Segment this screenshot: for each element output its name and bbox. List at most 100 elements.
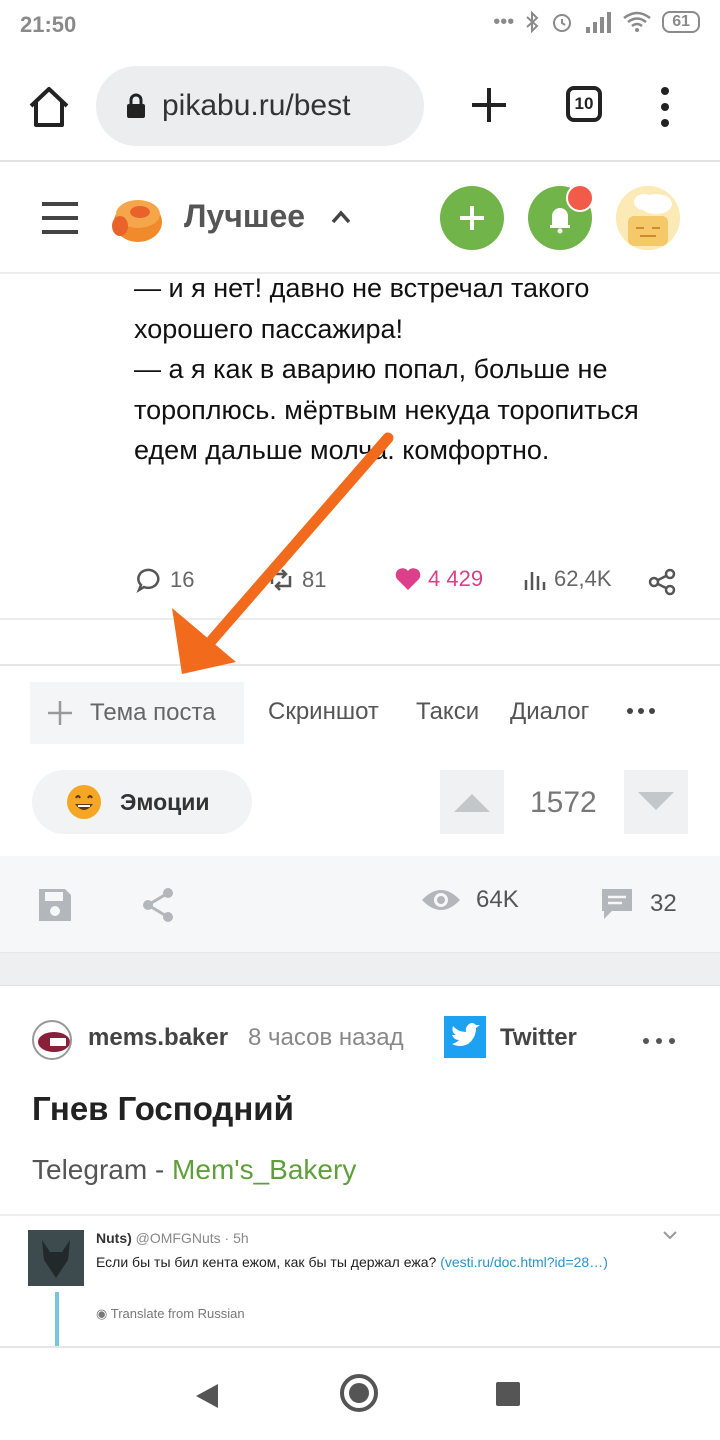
bluetooth-icon <box>526 10 539 34</box>
tweet-name: Nuts) <box>96 1230 132 1246</box>
section-title[interactable]: Лучшее <box>184 198 305 235</box>
post-author-row: mems.baker 8 часов назад Twitter <box>32 1014 692 1060</box>
bar-chart-icon <box>524 572 546 590</box>
comments-stat[interactable]: 16 <box>136 566 194 594</box>
alarm-icon <box>553 14 572 32</box>
tag-item[interactable]: Диалог <box>510 698 589 726</box>
post-separator <box>0 952 720 986</box>
share-icon[interactable] <box>648 568 676 596</box>
twitter-community-icon[interactable] <box>444 1016 486 1058</box>
home-icon[interactable] <box>24 82 74 132</box>
divider <box>0 618 720 620</box>
views-count: 62,4K <box>554 566 612 591</box>
post-body: — и я нет! давно не встречал такого хоро… <box>134 268 694 471</box>
status-icons: ••• 61 <box>493 10 700 34</box>
tag-item[interactable]: Скриншот <box>268 698 379 726</box>
views-count: 64K <box>476 886 519 913</box>
post-tags: Тема поста Скриншот Такси Диалог <box>30 682 700 744</box>
hamburger-menu-icon[interactable] <box>40 200 80 236</box>
likes-count: 4 429 <box>428 566 484 591</box>
tweet-text-body: Если бы ты бил кента ежом, как бы ты дер… <box>96 1254 441 1270</box>
plus-icon <box>48 701 72 725</box>
post-line: — и я нет! давно не встречал такого хоро… <box>134 273 597 344</box>
author-avatar[interactable] <box>32 1020 72 1060</box>
community-name[interactable]: Twitter <box>500 1024 577 1052</box>
avatar-image <box>616 186 680 250</box>
repost-icon <box>270 569 292 591</box>
post-title[interactable]: Гнев Господний <box>32 1090 294 1128</box>
battery-icon: 61 <box>662 11 700 33</box>
translate-label: Translate from Russian <box>110 1306 245 1321</box>
post-stats: 16 81 4 429 62,4K <box>136 566 686 604</box>
reposts-stat[interactable]: 81 <box>266 566 326 594</box>
signal-icon <box>586 12 612 33</box>
more-tags-icon[interactable] <box>626 706 656 716</box>
post-action-bar: 64K 32 <box>0 856 720 952</box>
post-line: едем дальше молча. комфортно. <box>134 435 550 465</box>
views-counter: 64K <box>420 886 519 914</box>
add-tag-button[interactable]: Тема поста <box>30 682 244 744</box>
home-nav-icon[interactable] <box>340 1374 378 1412</box>
author-name[interactable]: mems.baker <box>88 1024 228 1052</box>
twitter-bird-icon <box>452 1023 480 1046</box>
post-source: Telegram - Mem's_Bakery <box>32 1154 356 1186</box>
tag-item[interactable]: Такси <box>416 698 479 726</box>
tweet-thread-line <box>55 1292 59 1346</box>
tweet-text: Если бы ты бил кента ежом, как бы ты дер… <box>96 1252 636 1273</box>
downvote-button[interactable] <box>624 770 688 834</box>
comments-count: 32 <box>650 890 677 917</box>
chevron-up-icon[interactable] <box>330 208 352 226</box>
smile-emoji-icon <box>67 785 101 819</box>
reposts-count: 81 <box>302 567 327 592</box>
tab-switcher-button[interactable]: 10 <box>566 86 602 122</box>
android-nav-bar <box>0 1346 720 1440</box>
wifi-icon <box>623 11 651 32</box>
upvote-button[interactable] <box>440 770 504 834</box>
avatar-image <box>38 1032 70 1052</box>
more-icon: ••• <box>493 10 515 33</box>
browser-toolbar: pikabu.ru/best 10 <box>0 52 720 162</box>
overflow-menu-icon[interactable] <box>650 82 680 132</box>
comment-icon <box>602 889 632 919</box>
emotions-label: Эмоции <box>120 788 210 815</box>
pikabu-logo[interactable] <box>106 190 164 246</box>
comments-count: 16 <box>170 567 195 592</box>
comments-button[interactable]: 32 <box>598 886 677 922</box>
status-bar: 21:50 ••• 61 <box>0 0 720 52</box>
emotions-button[interactable]: Эмоции <box>32 770 252 834</box>
post-line: — а я как в аварию попал, больше не торо… <box>134 354 639 425</box>
divider <box>0 664 720 666</box>
arrow-up-icon <box>454 794 490 812</box>
views-stat: 62,4K <box>522 566 612 592</box>
share-icon[interactable] <box>140 886 176 924</box>
tweet-avatar <box>28 1230 84 1286</box>
lock-icon <box>127 93 145 118</box>
recents-icon[interactable] <box>496 1382 520 1406</box>
site-header: Лучшее <box>0 164 720 274</box>
clock: 21:50 <box>20 12 77 37</box>
comment-icon <box>136 568 160 593</box>
save-icon[interactable] <box>36 886 74 924</box>
heart-icon <box>395 568 421 590</box>
likes-stat[interactable]: 4 429 <box>394 566 483 592</box>
globe-icon: ◉ <box>96 1306 108 1321</box>
back-icon[interactable] <box>194 1382 220 1410</box>
tweet-handle: @OMFGNuts · 5h <box>135 1230 249 1246</box>
add-tag-label: Тема поста <box>90 699 216 726</box>
url-text: pikabu.ru/best <box>162 89 351 122</box>
tweet-header: Nuts) @OMFGNuts · 5h <box>96 1230 249 1246</box>
add-post-button[interactable] <box>440 186 504 250</box>
new-tab-icon[interactable] <box>466 82 512 128</box>
tweet-translate: ◉ Translate from Russian <box>96 1306 245 1322</box>
tweet-link: (vesti.ru/doc.html?id=28…) <box>440 1254 608 1270</box>
notification-badge <box>566 184 594 212</box>
more-options-icon[interactable] <box>642 1036 676 1046</box>
chevron-down-icon <box>663 1231 677 1240</box>
user-avatar[interactable] <box>616 186 680 250</box>
eye-icon <box>422 890 460 910</box>
address-bar[interactable]: pikabu.ru/best <box>96 66 424 146</box>
source-link[interactable]: Mem's_Bakery <box>172 1154 356 1185</box>
rating-value: 1572 <box>530 786 597 819</box>
plus-icon <box>460 206 484 230</box>
wolf-avatar-icon <box>28 1230 84 1286</box>
